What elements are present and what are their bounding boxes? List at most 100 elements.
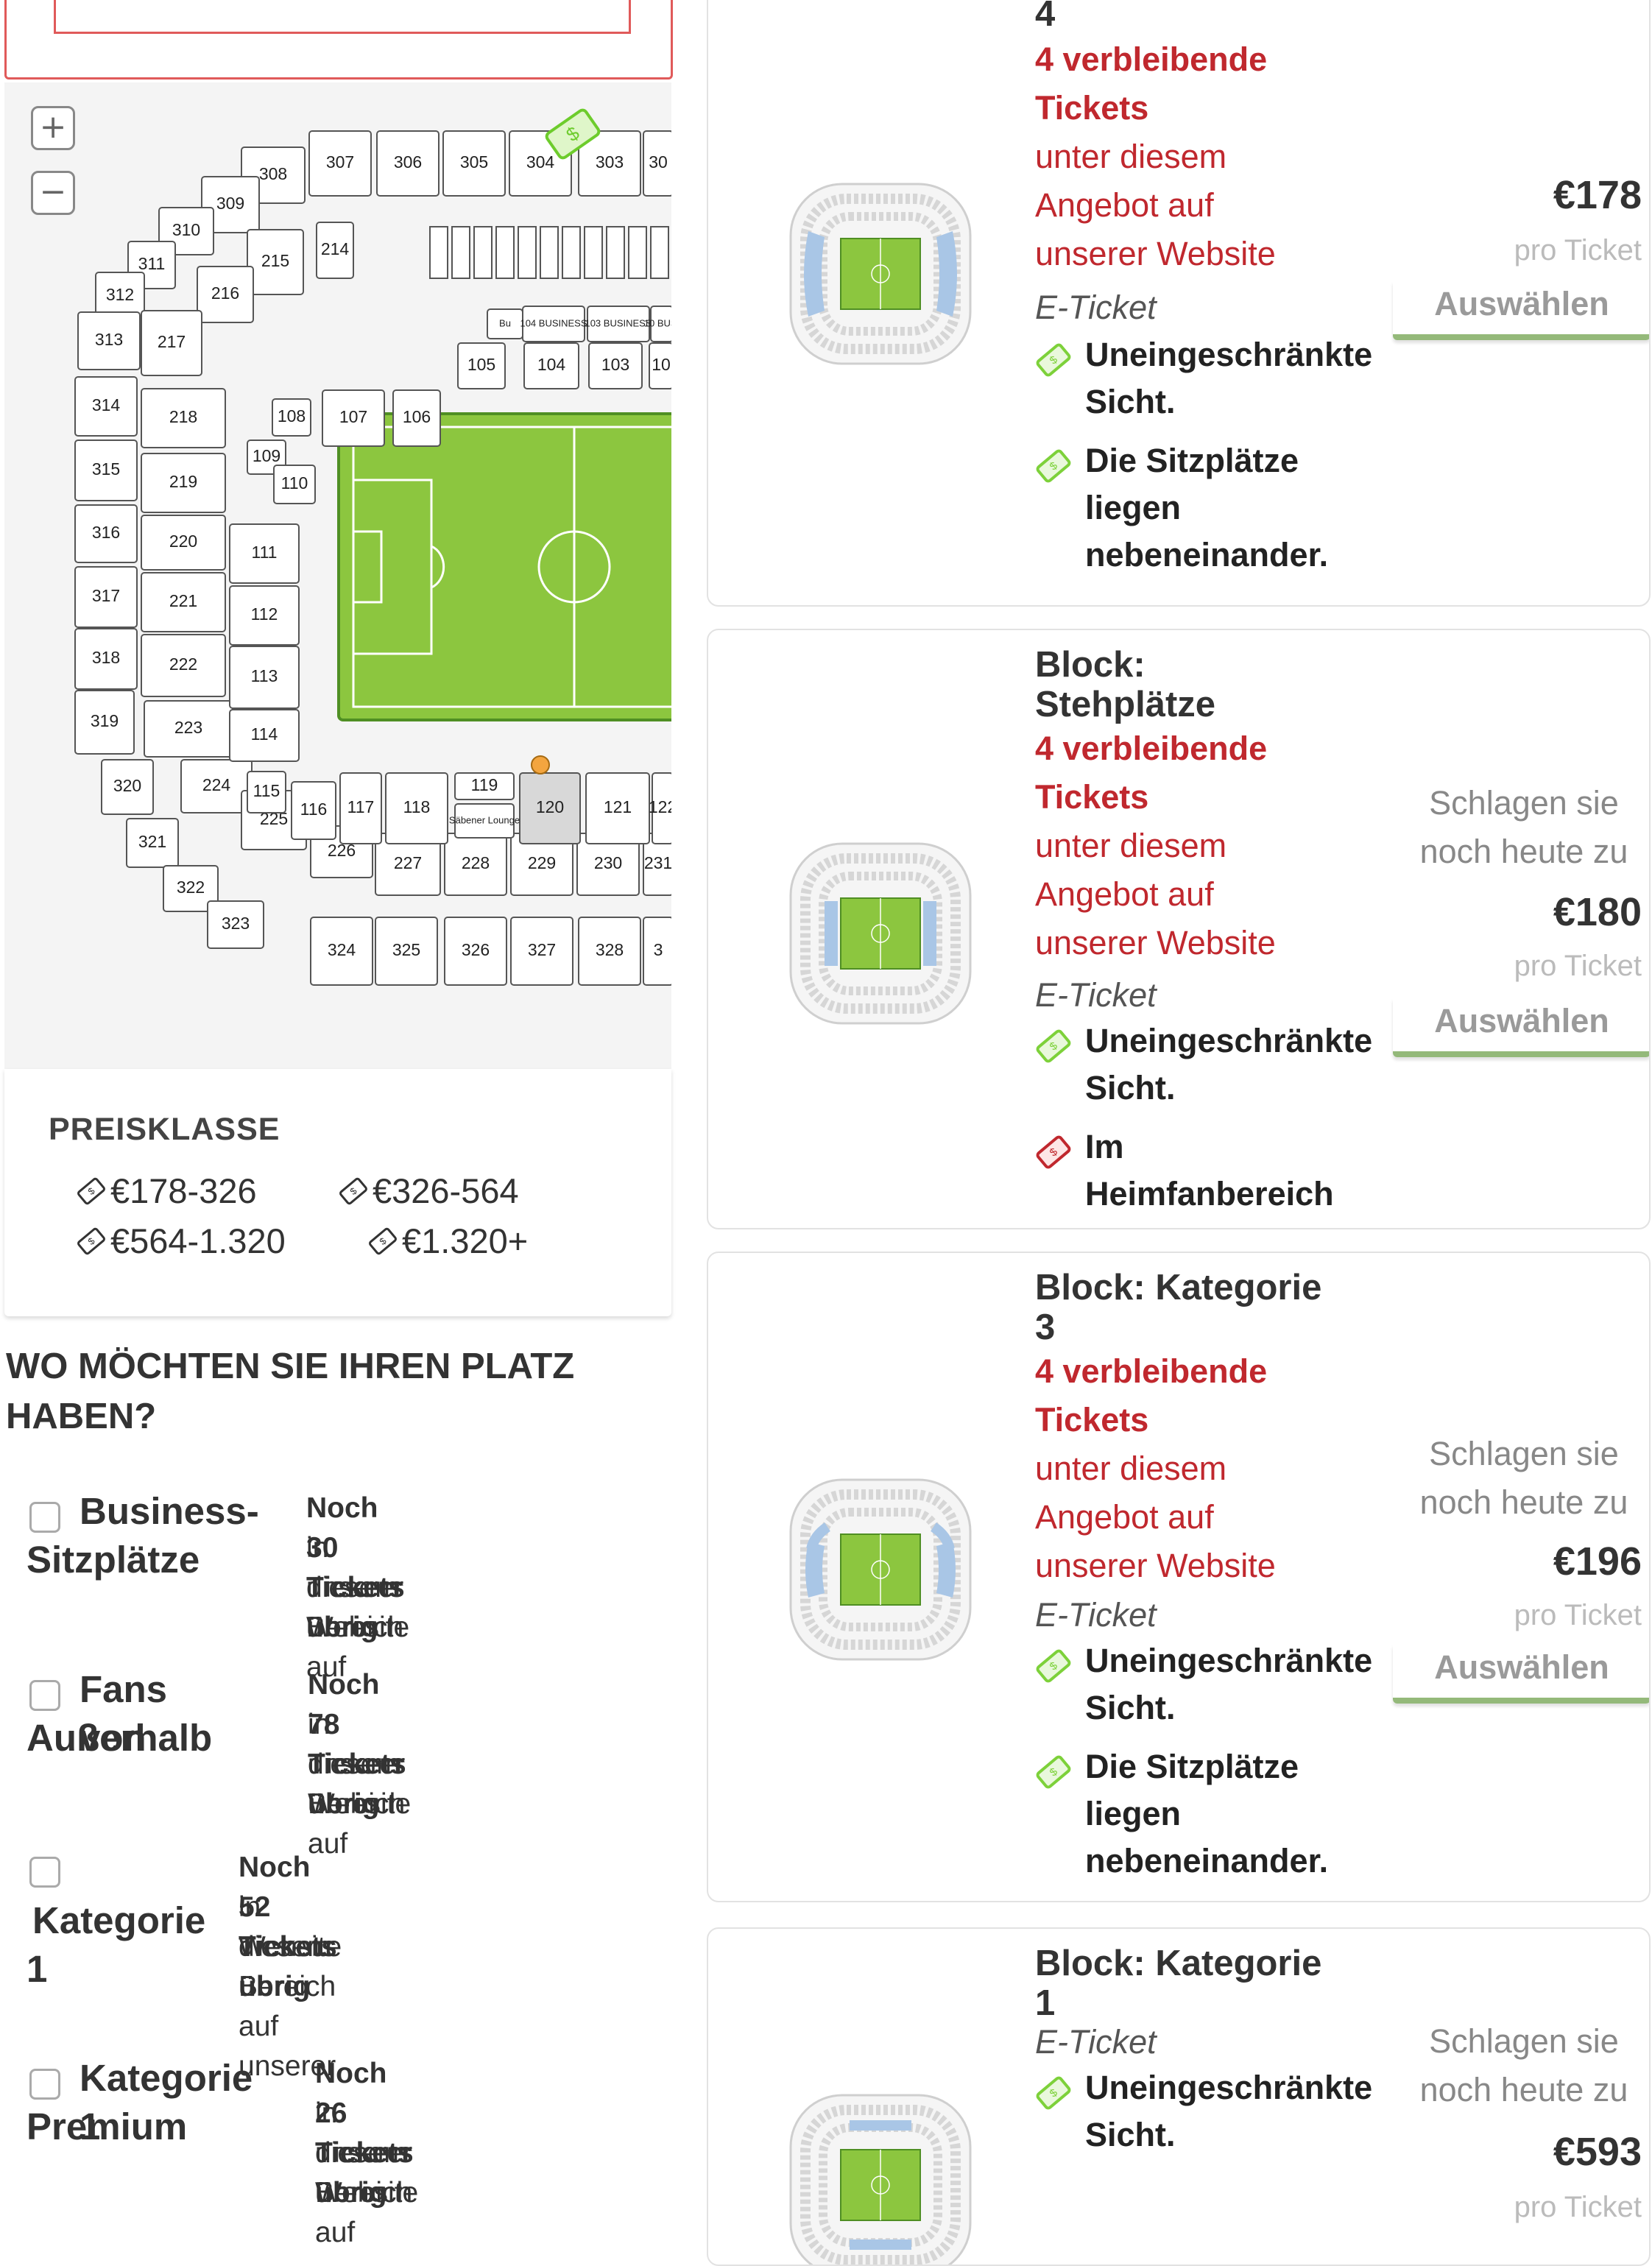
section-111[interactable]: 111 xyxy=(229,523,300,584)
ticket-listing-card[interactable]: Block: Stehplätze 4 verbleibende Tickets… xyxy=(707,629,1651,1229)
price-class-legend: PREISKLASSE $ €178-326 $ €326-564 $ €564… xyxy=(4,1069,671,1316)
section-223[interactable]: 223 xyxy=(144,700,233,758)
box-seat[interactable] xyxy=(518,226,537,279)
zoom-in-button[interactable]: + xyxy=(31,106,75,150)
section-326[interactable]: 326 xyxy=(444,917,507,986)
svg-text:304: 304 xyxy=(526,152,555,172)
stadium-map[interactable]: 307 306 305 304 303 30 308 309 310 311 312 313 314 31… xyxy=(4,82,671,1069)
section-103[interactable]: 103 xyxy=(588,342,643,389)
section-214[interactable]: 214 xyxy=(316,222,354,279)
price-class-item[interactable]: $ €564-1.320 xyxy=(75,1221,286,1261)
away-fans-checkbox[interactable] xyxy=(29,1680,60,1711)
box-seat[interactable] xyxy=(540,226,559,279)
ticket-price: €178 xyxy=(1553,173,1642,217)
section-3[interactable]: 3 xyxy=(643,917,671,986)
section-315[interactable]: 315 xyxy=(74,440,138,501)
svg-text:318: 318 xyxy=(92,648,120,667)
section-108[interactable]: 108 xyxy=(272,398,311,437)
select-button[interactable]: Auswählen xyxy=(1393,281,1649,340)
section-327[interactable]: 327 xyxy=(510,917,573,986)
box-seat[interactable] xyxy=(606,226,625,279)
price-class-item[interactable]: $ €326-564 xyxy=(337,1171,519,1211)
section-221[interactable]: 221 xyxy=(141,572,226,632)
section-30[interactable]: 30 xyxy=(643,130,671,197)
price-class-item[interactable]: $ €178-326 xyxy=(75,1171,257,1211)
box-seat[interactable] xyxy=(562,226,581,279)
section-319[interactable]: 319 xyxy=(74,690,135,755)
price-tag-icon: $ xyxy=(77,1177,105,1204)
section-317[interactable]: 317 xyxy=(74,566,138,628)
section-112[interactable]: 112 xyxy=(229,585,300,646)
ticket-listing-card[interactable]: Block: Kategorie 1 E-Ticket Uneingeschrä… xyxy=(707,1927,1651,2266)
svg-text:227: 227 xyxy=(394,853,422,872)
section-307[interactable]: 307 xyxy=(308,130,372,197)
section-122[interactable]: 122 xyxy=(649,772,671,844)
feature-text: Sicht. xyxy=(1085,2116,1176,2153)
price-class-item[interactable]: $ €1.320+ xyxy=(367,1221,528,1261)
section-121[interactable]: 121 xyxy=(585,772,650,844)
section-114[interactable]: 114 xyxy=(229,709,300,762)
urgency-text: noch heute zu xyxy=(1419,1483,1628,1521)
block-name: Block: xyxy=(1035,645,1146,685)
section-116[interactable]: 116 xyxy=(291,781,336,840)
section-107[interactable]: 107 xyxy=(322,389,385,447)
section-323[interactable]: 323 xyxy=(207,900,264,949)
section-216[interactable]: 216 xyxy=(197,266,254,323)
stadium-thumbnail xyxy=(786,1475,975,1664)
section-105[interactable]: 105 xyxy=(457,342,506,389)
section-328[interactable]: 328 xyxy=(578,917,641,986)
section-316[interactable]: 316 xyxy=(74,504,138,563)
section-115[interactable]: 115 xyxy=(247,771,286,813)
section-314[interactable]: 314 xyxy=(74,376,138,437)
section-228[interactable]: 228 xyxy=(444,833,507,896)
section-säbener-lounge[interactable]: Säbener Lounge xyxy=(449,803,520,839)
section-106[interactable]: 106 xyxy=(392,389,441,447)
section-306[interactable]: 306 xyxy=(376,130,440,197)
section-321[interactable]: 321 xyxy=(126,818,179,868)
zoom-out-button[interactable]: − xyxy=(31,171,75,215)
block-name: Stehplätze xyxy=(1035,685,1216,724)
section-220[interactable]: 220 xyxy=(141,515,226,571)
select-button[interactable]: Auswählen xyxy=(1393,998,1649,1057)
section-320[interactable]: 320 xyxy=(101,759,154,815)
section-325[interactable]: 325 xyxy=(375,917,438,986)
section-318[interactable]: 318 xyxy=(74,628,138,690)
box-seat[interactable] xyxy=(451,226,470,279)
section-305[interactable]: 305 xyxy=(442,130,506,197)
business-checkbox[interactable] xyxy=(29,1502,60,1533)
section-10[interactable]: 10 xyxy=(649,342,671,389)
section-215[interactable]: 215 xyxy=(247,229,304,295)
section-110[interactable]: 110 xyxy=(273,465,316,504)
feature-text: Sicht. xyxy=(1085,383,1176,420)
category-1-checkbox[interactable] xyxy=(29,1857,60,1888)
positive-tag-icon xyxy=(1035,2075,1072,2111)
section-217[interactable]: 217 xyxy=(141,310,202,376)
box-seat[interactable] xyxy=(584,226,603,279)
box-seat[interactable] xyxy=(495,226,515,279)
section-bu[interactable]: Bu xyxy=(487,308,523,339)
section-118[interactable]: 118 xyxy=(385,772,448,844)
box-seat[interactable] xyxy=(628,226,647,279)
eticket-label: E-Ticket xyxy=(1035,2023,1157,2061)
box-seat[interactable] xyxy=(473,226,493,279)
section-222[interactable]: 222 xyxy=(141,634,226,697)
ticket-listing-card[interactable]: 4 4 verbleibende Tickets unter diesem An… xyxy=(707,0,1651,607)
section-324[interactable]: 324 xyxy=(310,917,373,986)
filter-name: Außerhalb xyxy=(27,1717,213,1759)
box-seat[interactable] xyxy=(429,226,448,279)
section-104-business[interactable]: 104 BUSINESS xyxy=(520,306,587,342)
box-seat[interactable] xyxy=(650,226,669,279)
category-1-premium-checkbox[interactable] xyxy=(29,2069,60,2100)
section-113[interactable]: 113 xyxy=(229,646,300,709)
section-103-business[interactable]: 103 BUSINESS xyxy=(585,306,652,342)
ticket-listing-card[interactable]: Block: Kategorie 3 4 verbleibende Ticket… xyxy=(707,1252,1651,1902)
section-104[interactable]: 104 xyxy=(523,342,579,389)
section-313[interactable]: 313 xyxy=(77,311,141,370)
select-button[interactable]: Auswählen xyxy=(1393,1645,1649,1704)
section-219[interactable]: 219 xyxy=(141,453,226,513)
section-218[interactable]: 218 xyxy=(141,388,226,448)
section-119[interactable]: 119 xyxy=(454,772,515,800)
section-117[interactable]: 117 xyxy=(339,772,382,844)
section-120[interactable]: 120 xyxy=(519,772,581,844)
stadium-map-svg[interactable]: 307 306 305 304 303 3030830931031131231331431… xyxy=(4,82,671,1069)
